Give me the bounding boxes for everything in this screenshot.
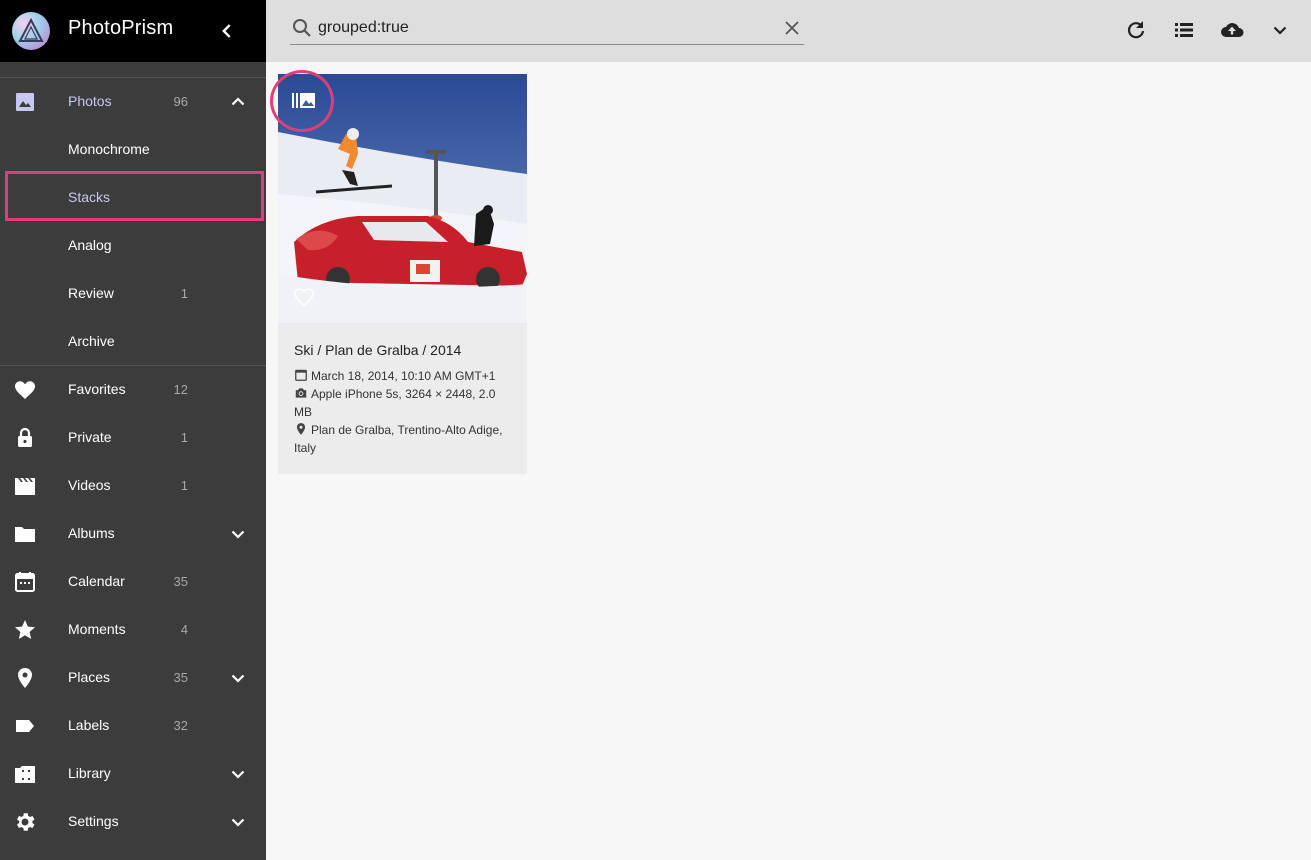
sidebar-item-count: 4 [180,622,188,637]
sidebar-item-analog[interactable]: Analog [0,222,266,270]
app-title: PhotoPrism [68,17,174,39]
sidebar-item-count: 12 [173,382,188,397]
sidebar-item-videos[interactable]: Videos 1 [0,462,266,510]
sidebar-item-moments[interactable]: Moments 4 [0,606,266,654]
sidebar-item-label: Library [68,765,111,781]
sidebar-item-label: Moments [68,621,126,637]
sidebar-item-label: Labels [68,717,110,733]
sidebar-item-label: Monochrome [68,141,150,157]
chevron-down-icon[interactable] [1268,18,1292,42]
sidebar: PhotoPrism Photos 96 Monochrome Stacks A… [0,0,266,860]
photo-camera-text: Apple iPhone 5s, 3264 × 2448, 2.0 MB [294,387,496,419]
sidebar-item-count: 1 [180,430,188,445]
sidebar-item-label: Albums [68,525,115,541]
collapse-sidebar-icon[interactable] [214,18,240,44]
search-field [290,14,804,45]
image-icon [16,93,34,111]
sidebar-item-label: Private [68,429,112,445]
sidebar-item-places[interactable]: Places 35 [0,654,266,702]
sidebar-item-label: Stacks [68,189,111,205]
heart-icon [15,381,35,399]
sidebar-item-settings[interactable]: Settings [0,798,266,846]
sidebar-item-stacks[interactable]: Stacks [0,174,266,222]
sidebar-item-labels[interactable]: Labels 32 [0,702,266,750]
close-icon[interactable] [780,16,804,40]
folder-icon [15,527,35,542]
place-pin-icon [18,668,32,688]
sidebar-item-private[interactable]: Private 1 [0,414,266,462]
sidebar-item-count: 35 [173,574,188,589]
sidebar-item-favorites[interactable]: Favorites 12 [0,366,266,414]
sidebar-item-calendar[interactable]: Calendar 35 [0,558,266,606]
sidebar-divider [0,62,266,78]
search-icon [293,19,311,37]
sidebar-item-count: 1 [180,478,188,493]
sidebar-item-label: Calendar [68,573,125,589]
search-input[interactable] [318,17,768,39]
sidebar-item-label: Settings [68,813,119,829]
sidebar-item-label: Analog [68,237,112,253]
sidebar-item-photos[interactable]: Photos 96 [0,78,266,126]
photo-location: Plan de Gralba, Trentino-Alto Adige, Ita… [294,421,516,457]
sidebar-item-label: Favorites [68,381,126,397]
sidebar-item-review[interactable]: Review 1 [0,270,266,318]
sidebar-item-albums[interactable]: Albums [0,510,266,558]
photo-camera: Apple iPhone 5s, 3264 × 2448, 2.0 MB [294,385,516,421]
sidebar-item-count: 1 [180,286,188,301]
stack-icon [292,93,315,108]
sidebar-item-count: 35 [173,670,188,685]
top-toolbar [266,0,1311,62]
chevron-down-icon[interactable] [226,810,250,834]
camera-icon [295,388,307,398]
sidebar-item-library[interactable]: Library [0,750,266,798]
photo-date: March 18, 2014, 10:10 AM GMT+1 [294,367,516,385]
sidebar-header: PhotoPrism [0,0,266,62]
photo-date-text: March 18, 2014, 10:10 AM GMT+1 [311,369,496,383]
chevron-down-icon[interactable] [226,666,250,690]
sidebar-item-label: Archive [68,333,115,349]
sidebar-item-monochrome[interactable]: Monochrome [0,126,266,174]
place-pin-icon [296,423,306,435]
label-icon [16,720,34,732]
chevron-up-icon[interactable] [226,90,250,114]
calendar-icon [295,369,307,381]
lock-icon [18,427,32,447]
sidebar-item-label: Review [68,285,114,301]
film-icon [15,478,35,495]
chevron-down-icon[interactable] [226,762,250,786]
refresh-icon[interactable] [1124,18,1148,42]
list-view-icon[interactable] [1172,18,1196,42]
sidebar-item-label: Videos [68,477,111,493]
sidebar-item-count: 32 [173,718,188,733]
photo-location-text: Plan de Gralba, Trentino-Alto Adige, Ita… [294,423,503,455]
sidebar-item-count: 96 [173,94,188,109]
star-icon [15,620,35,639]
photo-card[interactable]: Ski / Plan de Gralba / 2014 March 18, 20… [278,74,527,474]
sidebar-item-label: Places [68,669,111,685]
app-logo[interactable] [12,12,50,50]
favorite-heart-icon[interactable] [293,287,315,307]
chevron-down-icon[interactable] [226,522,250,546]
gear-icon [17,813,35,831]
upload-icon[interactable] [1220,18,1244,42]
library-icon [15,766,35,783]
photo-title[interactable]: Ski / Plan de Gralba / 2014 [294,342,461,358]
sidebar-item-label: Photos [68,93,112,109]
photo-thumbnail[interactable] [278,74,527,323]
calendar-icon [15,572,35,592]
sidebar-item-archive[interactable]: Archive [0,318,266,366]
